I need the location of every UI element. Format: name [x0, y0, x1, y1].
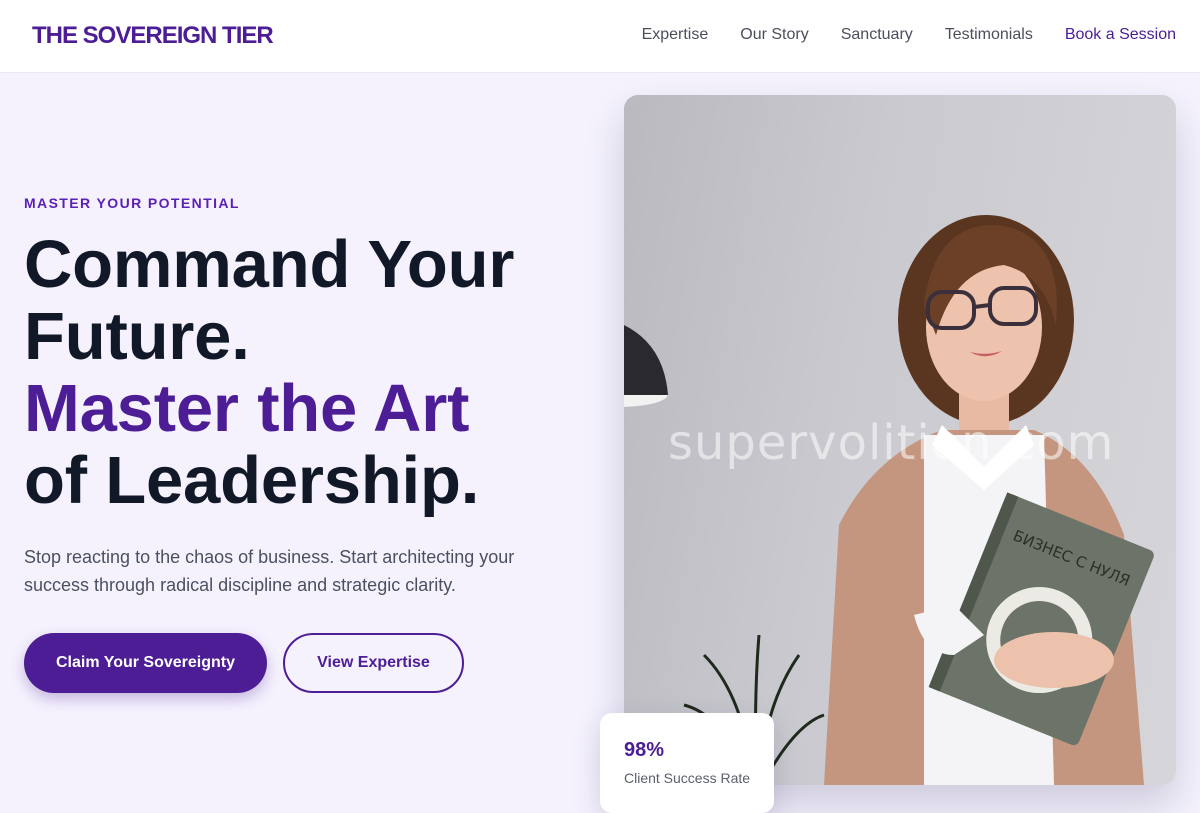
nav-link-testimonials[interactable]: Testimonials — [945, 26, 1033, 44]
hero-photo: БИЗНЕС С НУЛЯ supervolition.com — [624, 95, 1176, 785]
main-nav: Expertise Our Story Sanctuary Testimonia… — [610, 26, 1176, 44]
nav-link-our-story[interactable]: Our Story — [740, 26, 808, 44]
headline-line-2: Future. — [24, 299, 250, 374]
stat-label: Client Success Rate — [624, 770, 751, 786]
hero-content: MASTER YOUR POTENTIAL Command Your Futur… — [24, 195, 584, 693]
success-rate-card: 98% Client Success Rate — [600, 713, 774, 813]
headline-accent: Master the Art — [24, 371, 470, 446]
headline-line-1: Command Your — [24, 227, 515, 302]
nav-link-expertise[interactable]: Expertise — [642, 26, 709, 44]
hero-eyebrow: MASTER YOUR POTENTIAL — [24, 195, 240, 211]
view-expertise-button[interactable]: View Expertise — [283, 633, 464, 693]
claim-sovereignty-button[interactable]: Claim Your Sovereignty — [24, 633, 267, 693]
nav-link-sanctuary[interactable]: Sanctuary — [841, 26, 913, 44]
hero-headline: Command Your Future. Master the Art of L… — [24, 229, 584, 517]
headline-line-4: of Leadership. — [24, 443, 480, 518]
stat-value: 98% — [624, 739, 665, 761]
top-navigation-bar: THE SOVEREIGN TIER Expertise Our Story S… — [0, 0, 1200, 73]
hero-buttons: Claim Your Sovereignty View Expertise — [24, 633, 584, 693]
nav-link-book-session[interactable]: Book a Session — [1065, 26, 1176, 44]
hero-subtext: Stop reacting to the chaos of business. … — [24, 547, 515, 595]
brand-logo[interactable]: THE SOVEREIGN TIER — [32, 22, 274, 50]
photo-watermark: supervolition.com — [668, 415, 1115, 471]
